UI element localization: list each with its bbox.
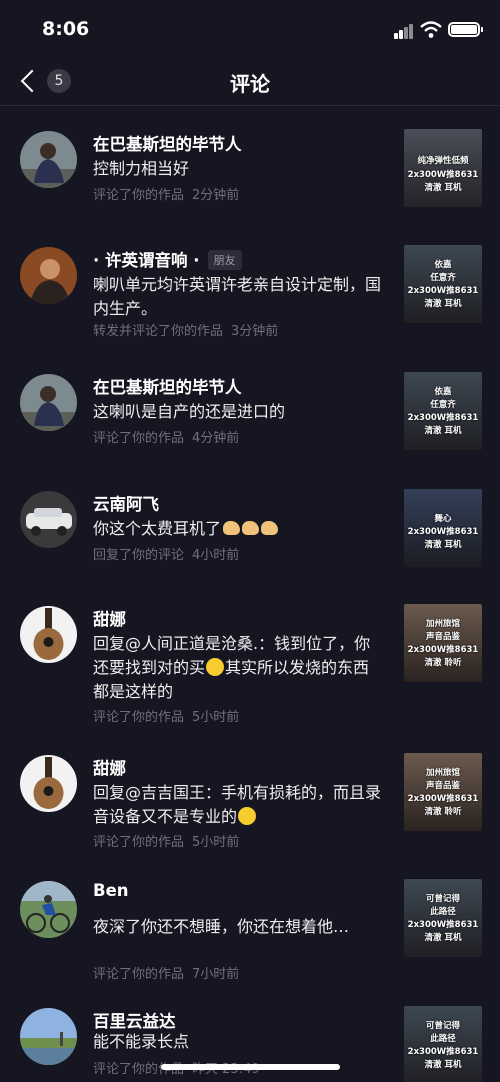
comment-meta: 评论了你的作品 2分钟前 — [93, 188, 240, 203]
friend-tag: 朋友 — [207, 250, 242, 270]
commenter-name[interactable]: Ben — [93, 881, 129, 900]
comment-meta: 评论了你的作品 5小时前 — [93, 835, 240, 850]
video-thumbnail[interactable]: 纯净弹性低频 2x300W推8631 清澈 耳机 — [404, 129, 482, 207]
cellular-signal-icon — [394, 23, 414, 39]
home-indicator[interactable] — [161, 1064, 340, 1070]
avatar[interactable] — [20, 755, 77, 812]
battery-icon — [448, 22, 483, 37]
commenter-name[interactable]: 云南阿飞 — [93, 491, 159, 515]
video-thumbnail[interactable]: 依嘉 任意齐 2x300W推8631 清澈 耳机 — [404, 372, 482, 450]
comment-item[interactable]: 甜娜 回复@人间正道是沧桑.：钱到位了，你还要找到对的买 其实所以发烧的东西都是这… — [0, 582, 500, 732]
avatar[interactable] — [20, 491, 77, 548]
commenter-name[interactable]: 在巴基斯坦的毕节人 — [93, 131, 242, 155]
avatar[interactable] — [20, 1008, 77, 1065]
video-thumbnail[interactable]: 舞心 2x300W推8631 清澈 耳机 — [404, 489, 482, 567]
comment-meta: 评论了你的作品 5小时前 — [93, 710, 240, 725]
wifi-icon — [420, 21, 442, 38]
commenter-name[interactable]: 甜娜 — [93, 755, 126, 779]
comment-meta: 评论了你的作品 7小时前 — [93, 967, 240, 982]
avatar[interactable] — [20, 131, 77, 188]
commenter-name[interactable]: 在巴基斯坦的毕节人 — [93, 374, 242, 398]
comment-meta: 回复了你的评论 4小时前 — [93, 548, 240, 563]
nav-bar: 5 评论 — [0, 58, 500, 106]
clapping-emoji-icon — [223, 521, 241, 535]
avatar[interactable] — [20, 247, 77, 304]
comment-text: 回复@吉吉国王：手机有损耗的，而且录音设备又不是专业的 — [93, 783, 382, 826]
comment-item[interactable]: 在巴基斯坦的毕节人 这喇叭是自产的还是进口的 评论了你的作品 4分钟前 依嘉 任意… — [0, 350, 500, 468]
video-thumbnail[interactable]: 依嘉 任意齐 2x300W推8631 清澈 耳机 — [404, 245, 482, 323]
grinning-emoji-icon — [238, 807, 257, 825]
status-bar: 8:06 — [0, 0, 500, 58]
comment-text: 喇叭单元均许英谓许老亲自设计定制，国内生产。 — [93, 275, 382, 318]
comment-meta: 转发并评论了你的作品 3分钟前 — [93, 324, 279, 339]
comment-text: 夜深了你还不想睡，你还在想着他… — [93, 917, 350, 936]
video-thumbnail[interactable]: 加州旅馆 声音品鉴 2x300W推8631 清澈 聆听 — [404, 753, 482, 831]
page-title: 评论 — [230, 72, 270, 96]
commenter-name[interactable]: 百里云益达 — [93, 1008, 176, 1032]
comment-item[interactable]: · 许英谓音响 · 朋友 喇叭单元均许英谓许老亲自设计定制，国内生产。 转发并评论… — [0, 223, 500, 353]
comment-meta: 评论了你的作品 4分钟前 — [93, 431, 240, 446]
comment-item[interactable]: 云南阿飞 你这个太费耳机了 回复了你的评论 4小时前 舞心 2x300W推8631… — [0, 467, 500, 585]
comment-item[interactable]: 在巴基斯坦的毕节人 控制力相当好 评论了你的作品 2分钟前 纯净弹性低频 2x30… — [0, 107, 500, 231]
clapping-emoji-icon — [261, 521, 279, 535]
comment-item[interactable]: 甜娜 回复@吉吉国王：手机有损耗的，而且录音设备又不是专业的 评论了你的作品 5小… — [0, 731, 500, 859]
status-time: 8:06 — [42, 18, 90, 40]
avatar[interactable] — [20, 374, 77, 431]
clapping-emoji-icon — [242, 521, 260, 535]
comment-text: 这喇叭是自产的还是进口的 — [93, 402, 286, 421]
grinning-emoji-icon — [206, 658, 225, 676]
avatar[interactable] — [20, 881, 77, 938]
comment-text: 你这个太费耳机了 — [93, 517, 381, 541]
video-thumbnail[interactable]: 可曾记得 此路径 2x300W推8631 清澈 耳机 — [404, 1006, 482, 1082]
video-thumbnail[interactable]: 可曾记得 此路径 2x300W推8631 清澈 耳机 — [404, 879, 482, 957]
commenter-name[interactable]: · 许英谓音响 · 朋友 — [93, 247, 242, 271]
comment-text: 控制力相当好 — [93, 159, 190, 178]
comment-text: 能不能录长点 — [93, 1032, 190, 1051]
comment-item[interactable]: Ben 夜深了你还不想睡，你还在想着他… 评论了你的作品 7小时前 可曾记得 此路… — [0, 857, 500, 985]
video-thumbnail[interactable]: 加州旅馆 声音品鉴 2x300W推8631 清澈 聆听 — [404, 604, 482, 682]
commenter-name[interactable]: 甜娜 — [93, 606, 126, 630]
comment-text: 回复@人间正道是沧桑.：钱到位了，你还要找到对的买 其实所以发烧的东西都是这样的 — [93, 634, 371, 701]
avatar[interactable] — [20, 606, 77, 663]
